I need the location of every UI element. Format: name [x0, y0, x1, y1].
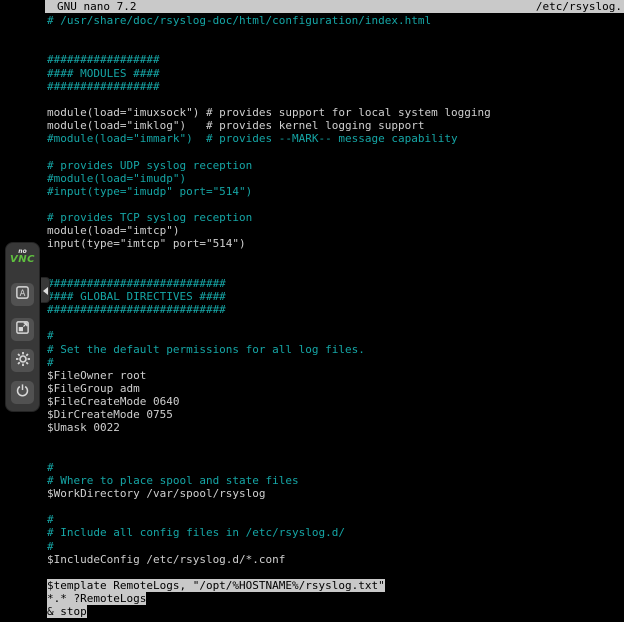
editor-line: module(load="imklog") # provides kernel … — [45, 119, 624, 132]
editor-line — [45, 27, 624, 40]
editor-line: #input(type="imudp" port="514") — [45, 185, 624, 198]
editor-line: $IncludeConfig /etc/rsyslog.d/*.conf — [45, 553, 624, 566]
nano-version-label: GNU nano 7.2 — [45, 0, 136, 13]
editor-line: # provides UDP syslog reception — [45, 159, 624, 172]
editor-line: & stop — [45, 605, 624, 618]
editor-line: #### GLOBAL DIRECTIVES #### — [45, 290, 624, 303]
editor-line — [45, 566, 624, 579]
editor-line — [45, 316, 624, 329]
editor-line — [45, 251, 624, 264]
editor-line — [45, 448, 624, 461]
editor-line: # — [45, 356, 624, 369]
power-icon — [15, 383, 30, 402]
editor-line: ################# — [45, 80, 624, 93]
editor-line: ################# — [45, 53, 624, 66]
settings-gear-icon — [15, 351, 31, 371]
editor-line: $FileOwner root — [45, 369, 624, 382]
editor-line: # — [45, 513, 624, 526]
nano-filename-label: /etc/rsyslog. — [536, 0, 624, 13]
clipboard-button[interactable]: A — [11, 283, 34, 306]
editor-line: # — [45, 461, 624, 474]
editor-line: module(load="imtcp") — [45, 224, 624, 237]
settings-button[interactable] — [11, 349, 34, 372]
editor-line: $DirCreateMode 0755 — [45, 408, 624, 421]
editor-lines[interactable]: # /usr/share/doc/rsyslog-doc/html/config… — [45, 13, 624, 618]
editor-line — [45, 500, 624, 513]
editor-line: #module(load="imudp") — [45, 172, 624, 185]
editor-line: # Where to place spool and state files — [45, 474, 624, 487]
editor-line — [45, 145, 624, 158]
svg-text:A: A — [20, 288, 26, 298]
vnc-control-bar-handle[interactable] — [41, 277, 50, 303]
editor-line: module(load="imuxsock") # provides suppo… — [45, 106, 624, 119]
fullscreen-button[interactable] — [11, 318, 34, 341]
editor-line — [45, 198, 624, 211]
editor-line: input(type="imtcp" port="514") — [45, 237, 624, 250]
editor-line: $FileGroup adm — [45, 382, 624, 395]
editor-line — [45, 40, 624, 53]
editor-line: #module(load="immark") # provides --MARK… — [45, 132, 624, 145]
editor-line: $WorkDirectory /var/spool/rsyslog — [45, 487, 624, 500]
editor-line: # Include all config files in /etc/rsysl… — [45, 526, 624, 539]
power-button[interactable] — [11, 381, 34, 404]
editor-line: #### MODULES #### — [45, 67, 624, 80]
editor-line: # /usr/share/doc/rsyslog-doc/html/config… — [45, 14, 624, 27]
editor-line: # provides TCP syslog reception — [45, 211, 624, 224]
editor-line: *.* ?RemoteLogs — [45, 592, 624, 605]
editor-line: ########################### — [45, 303, 624, 316]
editor-line: # Set the default permissions for all lo… — [45, 343, 624, 356]
editor-line: $template RemoteLogs, "/opt/%HOSTNAME%/r… — [45, 579, 624, 592]
editor-line: # — [45, 329, 624, 342]
editor-line: $Umask 0022 — [45, 421, 624, 434]
editor-line — [45, 264, 624, 277]
collapse-arrow-icon — [42, 281, 49, 300]
terminal-window[interactable]: GNU nano 7.2 /etc/rsyslog. # /usr/share/… — [45, 0, 624, 622]
editor-line: ########################### — [45, 277, 624, 290]
vnc-logo: no VNC — [6, 243, 39, 265]
fullscreen-icon — [15, 320, 30, 339]
editor-line: $FileCreateMode 0640 — [45, 395, 624, 408]
nano-titlebar: GNU nano 7.2 /etc/rsyslog. — [45, 0, 624, 13]
editor-line — [45, 93, 624, 106]
editor-line: # — [45, 540, 624, 553]
clipboard-icon: A — [15, 285, 30, 304]
editor-line — [45, 435, 624, 448]
vnc-logo-vnc-label: VNC — [6, 255, 39, 265]
